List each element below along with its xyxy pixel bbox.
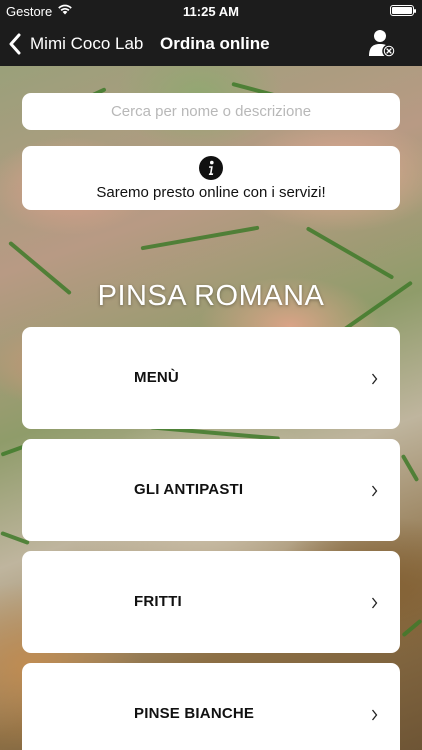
battery-icon: [390, 5, 416, 16]
restaurant-name: PINSA ROMANA: [97, 280, 325, 312]
chevron-right-icon: [371, 373, 378, 385]
category-card-menu[interactable]: MENÙ: [22, 327, 400, 429]
info-message: Saremo presto online con i servizi!: [96, 184, 326, 201]
info-icon: [199, 156, 223, 180]
page-title: Ordina online: [160, 34, 270, 53]
chevron-right-icon: [371, 485, 378, 497]
category-card-fritti[interactable]: FRITTI: [22, 551, 400, 653]
status-time: 11:25 AM: [183, 4, 239, 19]
category-label: GLI ANTIPASTI: [134, 481, 244, 498]
back-label: Mimi Coco Lab: [30, 34, 144, 53]
category-label: PINSE BIANCHE: [134, 705, 255, 722]
user-logout-icon[interactable]: [368, 28, 396, 58]
category-label: FRITTI: [134, 593, 182, 610]
chevron-left-icon: [9, 33, 21, 55]
info-card: Saremo presto online con i servizi!: [22, 146, 400, 210]
search-input[interactable]: [22, 93, 400, 130]
chevron-right-icon: [371, 597, 378, 609]
navigation-bar: Mimi Coco Lab Ordina online: [0, 22, 422, 66]
status-bar: Gestore 11:25 AM: [0, 0, 422, 22]
category-card-pinse-bianche[interactable]: PINSE BIANCHE: [22, 663, 400, 750]
back-button[interactable]: Mimi Coco Lab: [8, 28, 143, 60]
chevron-right-icon: [371, 709, 378, 721]
category-card-antipasti[interactable]: GLI ANTIPASTI: [22, 439, 400, 541]
category-label: MENÙ: [134, 369, 179, 386]
